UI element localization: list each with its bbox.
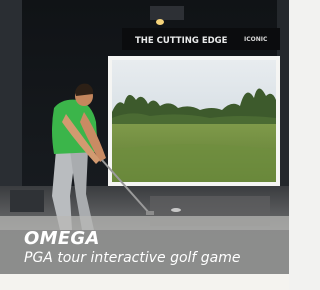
equipment-box [10, 190, 44, 212]
caption-subtitle: PGA tour interactive golf game [24, 250, 241, 266]
caption-title: OMEGA [24, 228, 100, 249]
card-bottom-strip [0, 274, 289, 290]
ceiling-light [150, 6, 184, 20]
golf-ball [171, 208, 181, 212]
fairway-highlight [112, 144, 276, 182]
banner-text: THE CUTTING EDGE [135, 36, 228, 46]
light-bulb [156, 19, 164, 25]
banner-brand: ICONIC [244, 36, 268, 43]
golf-simulator-card[interactable]: THE CUTTING EDGE ICONIC OMEGA PGA tour i… [0, 0, 289, 290]
